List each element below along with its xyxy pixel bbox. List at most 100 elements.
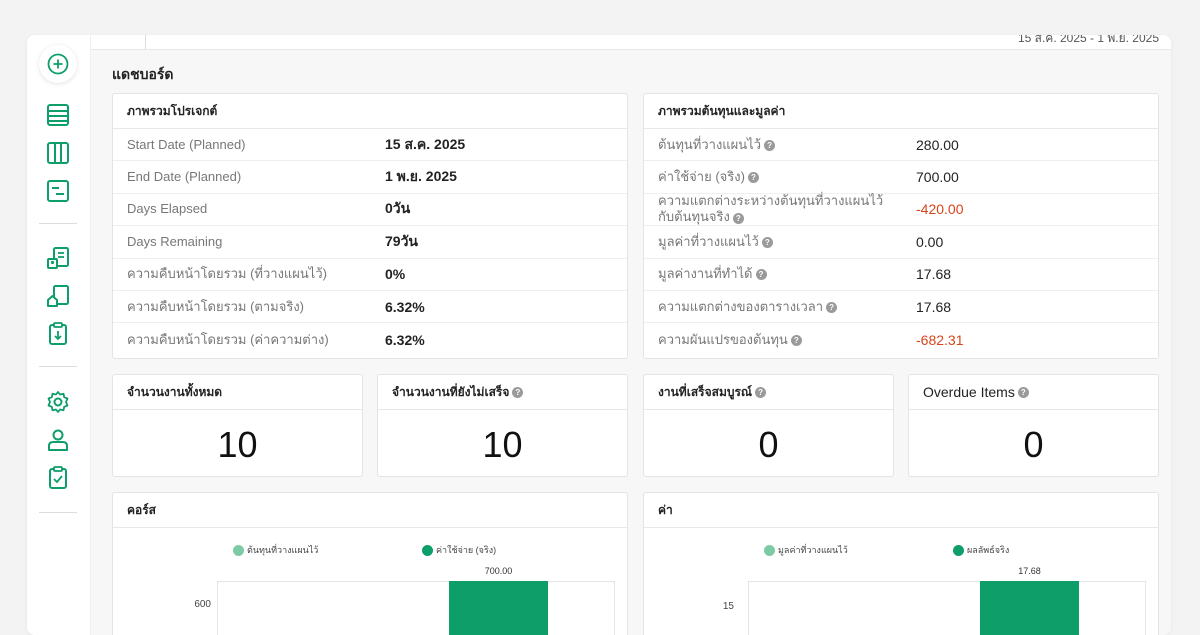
table-row: ค่าใช้จ่าย (จริง)? 700.00	[644, 161, 1158, 194]
legend-dot	[764, 544, 775, 556]
legend-dot	[422, 544, 433, 556]
cost-overview-card: ภาพรวมต้นทุนและมูลค่า ต้นทุนที่วางแผนไว้…	[643, 93, 1159, 359]
help-icon[interactable]: ?	[755, 269, 767, 281]
help-icon[interactable]: ?	[747, 172, 759, 184]
row-label-text: ค่าใช้จ่าย (จริง)	[658, 169, 745, 185]
table-row: มูลค่างานที่ทำได้? 17.68	[644, 259, 1158, 291]
row-label: มูลค่าที่วางแผนไว้?	[658, 234, 773, 250]
row-label-text: ความแตกต่างระหว่างต้นทุนที่วางแผนไว้กับต…	[658, 193, 884, 225]
top-bar: 15 ส.ค. 2025 - 1 พ.ย. 2025	[91, 35, 1171, 50]
row-value: 0.00	[916, 233, 944, 250]
row-label: Start Date (Planned)	[127, 136, 246, 152]
row-value: 700.00	[916, 169, 959, 186]
row-label-text: ความผันแปรของต้นทุน	[658, 331, 788, 347]
bar-data-label: 700.00	[484, 566, 513, 576]
row-label: มูลค่างานที่ทำได้?	[658, 266, 767, 282]
add-button[interactable]	[39, 45, 77, 83]
stat-title-text: จำนวนงานที่ยังไม่เสร็จ	[392, 384, 510, 399]
sidebar-divider	[39, 223, 77, 224]
row-value: 1 พ.ย. 2025	[385, 168, 457, 185]
cost-chart-card: คอร์ส ต้นทุนที่วางแผนไว้ ค่าใช้จ่าย (จริ…	[112, 492, 628, 635]
row-value: -682.31	[916, 331, 964, 348]
table-row: Start Date (Planned) 15 ส.ค. 2025	[113, 129, 627, 162]
table-row: ความแตกต่างของตารางเวลา? 17.68	[644, 291, 1158, 324]
row-label: ความคืบหน้าโดยรวม (ตามจริง)	[127, 298, 304, 314]
date-range[interactable]: 15 ส.ค. 2025 - 1 พ.ย. 2025	[1018, 35, 1159, 48]
gear-icon	[47, 391, 69, 413]
table-row: ความแตกต่างระหว่างต้นทุนที่วางแผนไว้กับต…	[644, 193, 1158, 227]
stat-card-overdue: Overdue Items? 0	[908, 374, 1159, 477]
legend-label: ค่าใช้จ่าย (จริง)	[436, 545, 497, 555]
legend-item[interactable]: ค่าใช้จ่าย (จริง)	[422, 543, 496, 557]
stat-value: 0	[1023, 424, 1044, 465]
row-value: 17.68	[916, 266, 952, 283]
sidebar-item-report-home[interactable]	[44, 282, 72, 310]
plot-area	[217, 581, 615, 635]
report-icon	[47, 247, 69, 269]
plot-area	[748, 581, 1146, 635]
stat-value: 0	[758, 424, 779, 465]
sidebar-item-gantt[interactable]	[44, 177, 72, 205]
row-value: 15 ส.ค. 2025	[385, 135, 466, 152]
card-title: ภาพรวมโปรเจกต์	[113, 94, 627, 129]
sidebar-item-download[interactable]	[44, 320, 72, 348]
help-icon[interactable]: ?	[512, 386, 524, 398]
help-icon[interactable]: ?	[826, 301, 838, 313]
stat-title-text: งานที่เสร็จสมบูรณ์	[658, 384, 753, 399]
row-label: ความแตกต่างระหว่างต้นทุนที่วางแผนไว้กับต…	[658, 193, 888, 225]
sidebar-item-report[interactable]	[44, 244, 72, 272]
legend-item[interactable]: ผลลัพธ์จริง	[953, 543, 1009, 557]
legend-item[interactable]: ต้นทุนที่วางแผนไว้	[233, 543, 318, 557]
row-label-text: ต้นทุนที่วางแผนไว้	[658, 136, 762, 152]
help-icon[interactable]: ?	[755, 386, 767, 398]
clipboard-check-icon	[49, 466, 67, 489]
y-tick-label: 15	[722, 601, 734, 612]
add-circle-icon	[47, 53, 69, 75]
sidebar-item-list[interactable]	[44, 101, 72, 129]
stat-title: Overdue Items?	[909, 375, 1158, 410]
project-overview-card: ภาพรวมโปรเจกต์ Start Date (Planned) 15 ส…	[112, 93, 628, 359]
legend-label: มูลค่าที่วางแผนไว้	[778, 545, 848, 555]
y-tick-label: 600	[194, 599, 211, 610]
sidebar-item-tasks[interactable]	[44, 464, 72, 492]
row-label: ความแตกต่างของตารางเวลา?	[658, 298, 838, 315]
help-icon[interactable]: ?	[1017, 386, 1029, 398]
row-label: ค่าใช้จ่าย (จริง)?	[658, 169, 759, 185]
board-icon	[47, 142, 69, 164]
bar-data-label: 17.68	[1018, 566, 1041, 576]
legend-label: ต้นทุนที่วางแผนไว้	[247, 545, 319, 555]
legend-dot	[953, 544, 964, 556]
legend-dot	[233, 544, 244, 556]
row-value: 79วัน	[385, 232, 419, 249]
report-home-icon	[47, 285, 69, 307]
value-chart-card: ค่า มูลค่าที่วางแผนไว้ ผลลัพธ์จริง 15 17…	[643, 492, 1159, 635]
stat-title: จำนวนงานทั้งหมด	[113, 375, 362, 410]
stat-title: งานที่เสร็จสมบูรณ์?	[644, 375, 893, 410]
sidebar-item-user[interactable]	[44, 426, 72, 454]
help-icon[interactable]: ?	[761, 236, 773, 248]
sidebar-item-settings[interactable]	[44, 388, 72, 416]
row-value: 17.68	[916, 298, 952, 315]
legend-item[interactable]: มูลค่าที่วางแผนไว้	[764, 543, 848, 557]
bar-actual-value	[980, 581, 1079, 635]
stat-card-completed-tasks: งานที่เสร็จสมบูรณ์? 0	[643, 374, 894, 477]
app-window: 15 ส.ค. 2025 - 1 พ.ย. 2025 แดชบอร์ด ภาพร…	[27, 35, 1171, 635]
table-row: ความผันแปรของต้นทุน? -682.31	[644, 323, 1158, 355]
table-row: ต้นทุนที่วางแผนไว้? 280.00	[644, 129, 1158, 162]
sidebar	[27, 35, 91, 635]
list-icon	[47, 104, 69, 126]
help-icon[interactable]: ?	[764, 139, 776, 151]
row-label: Days Remaining	[127, 233, 223, 249]
help-icon[interactable]: ?	[732, 212, 744, 224]
row-label: ความผันแปรของต้นทุน?	[658, 332, 802, 348]
row-label-text: ความแตกต่างของตารางเวลา	[658, 298, 824, 314]
clipboard-download-icon	[49, 322, 67, 345]
card-title: ภาพรวมต้นทุนและมูลค่า	[644, 94, 1158, 129]
row-label: ความคืบหน้าโดยรวม (ค่าความต่าง)	[127, 331, 329, 347]
table-row: ความคืบหน้าโดยรวม (ค่าความต่าง) 6.32%	[113, 323, 627, 355]
table-row: End Date (Planned) 1 พ.ย. 2025	[113, 161, 627, 194]
help-icon[interactable]: ?	[790, 334, 802, 346]
table-row: ความคืบหน้าโดยรวม (ตามจริง) 6.32%	[113, 291, 627, 324]
row-label: End Date (Planned)	[127, 169, 242, 185]
sidebar-item-board[interactable]	[44, 139, 72, 167]
